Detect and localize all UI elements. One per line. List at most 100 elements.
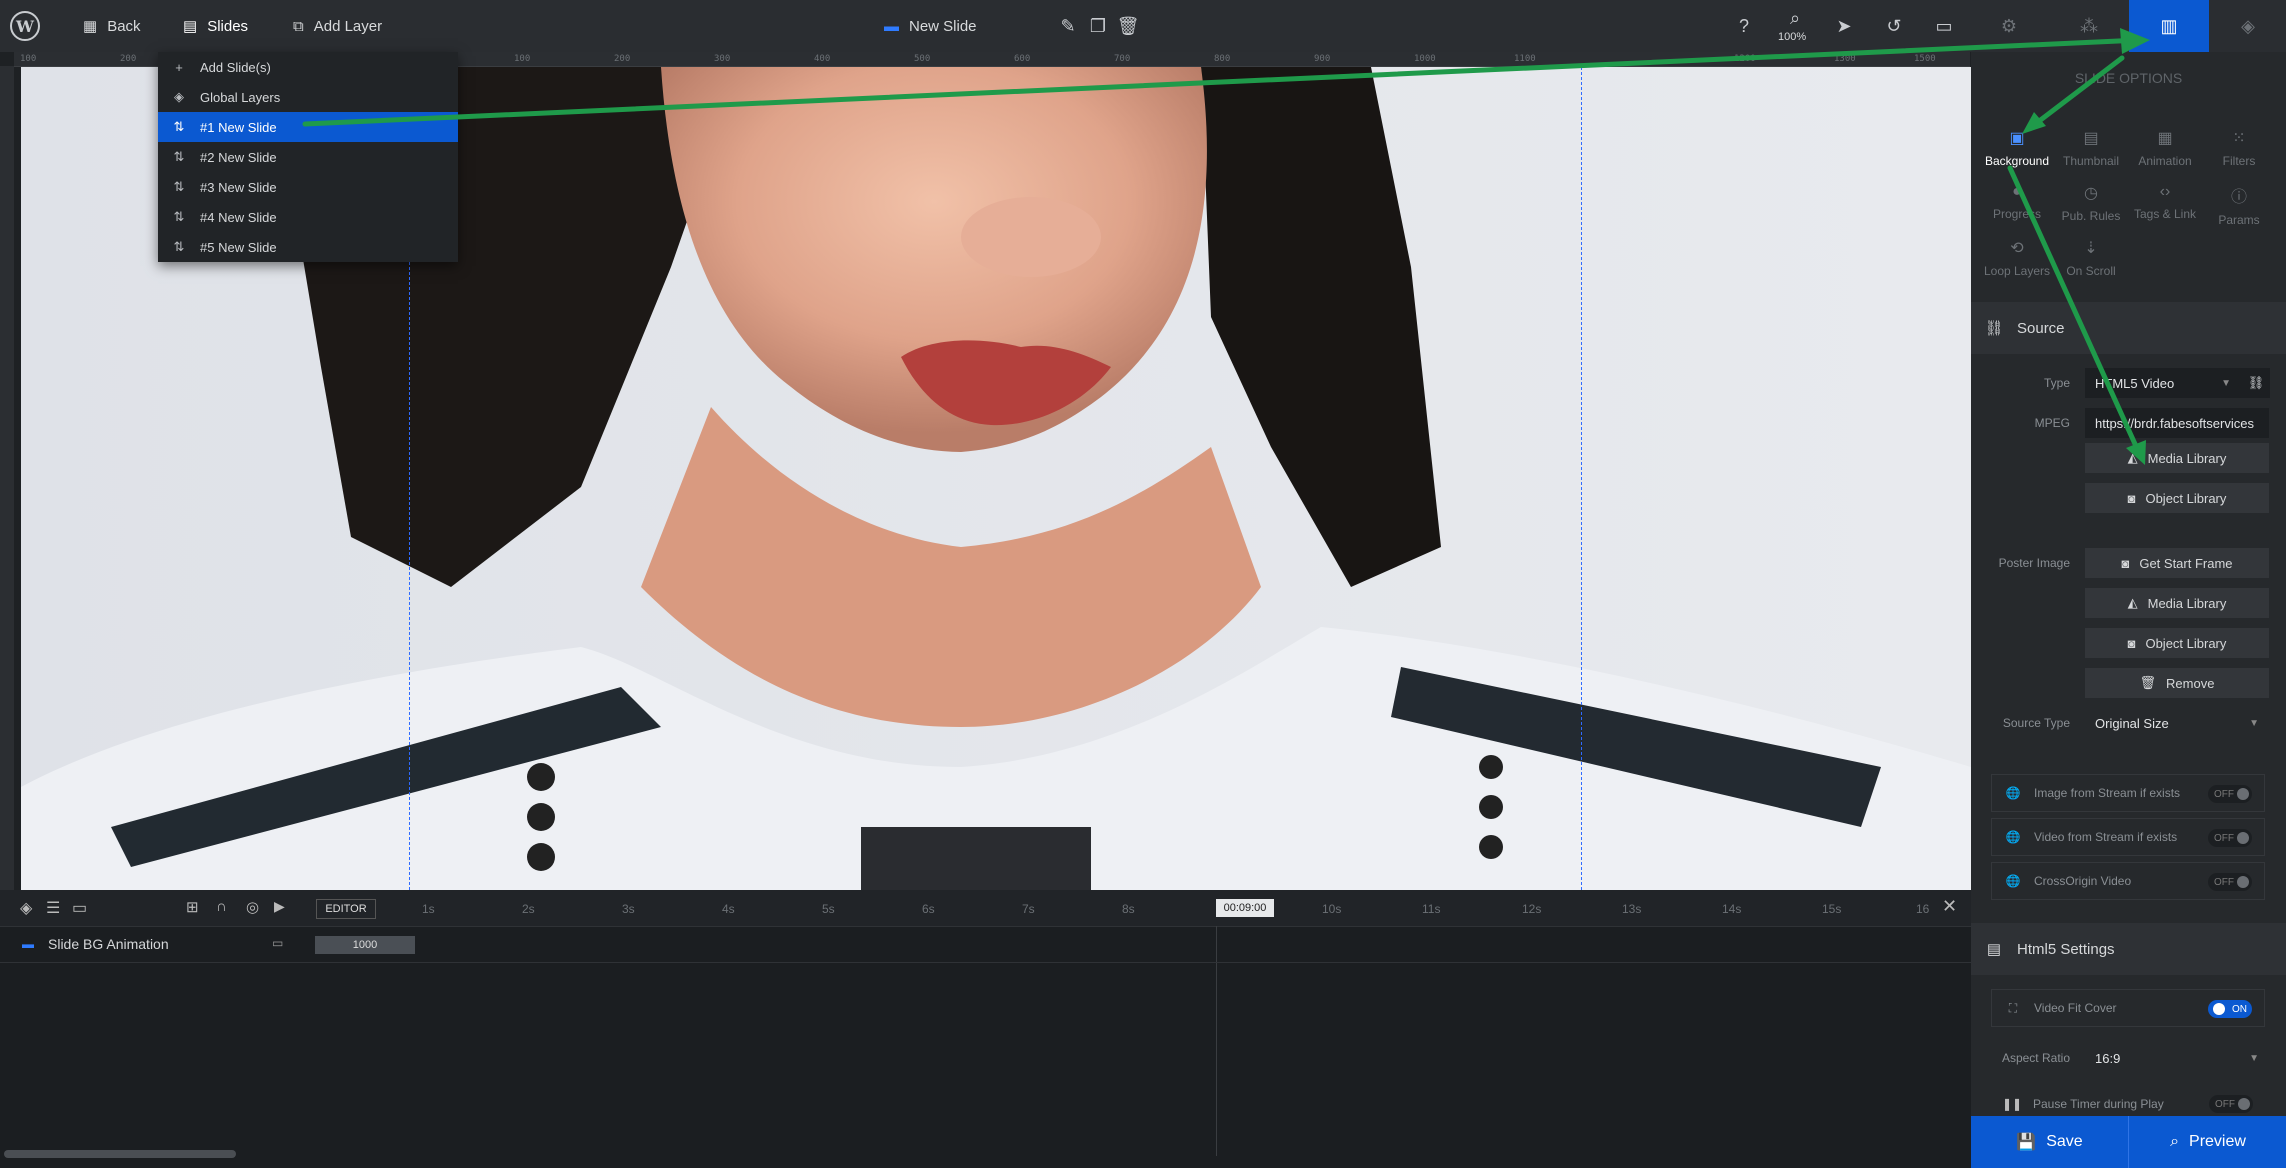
toggle-label: CrossOrigin Video xyxy=(2034,874,2132,888)
tab-loop-layers[interactable]: ⟲ Loop Layers xyxy=(1980,238,2054,288)
tab-background[interactable]: ▣ Background xyxy=(1980,128,2054,178)
play-icon[interactable]: ▶ xyxy=(274,898,285,915)
undo-icon[interactable]: ↺ xyxy=(1870,0,1918,52)
time-tick: 13s xyxy=(1622,902,1642,916)
crossorigin-toggle[interactable]: OFF xyxy=(2208,873,2252,891)
record-icon[interactable]: ◎ xyxy=(246,898,259,916)
back-button[interactable]: ▦ Back xyxy=(83,0,141,52)
time-tick: 16 xyxy=(1916,902,1930,916)
list-icon[interactable]: ☰ xyxy=(46,898,60,918)
desktop-view-icon[interactable]: ▭ xyxy=(1920,0,1968,52)
horizontal-scrollbar[interactable] xyxy=(4,1150,236,1158)
slide-title: New Slide xyxy=(909,17,977,35)
slides-icon: ▤ xyxy=(183,18,198,35)
layer-folder-icon[interactable]: ▭ xyxy=(272,936,283,950)
poster-object-library-button[interactable]: ◙ Object Library xyxy=(2085,628,2269,658)
wordpress-logo-icon[interactable]: W xyxy=(10,11,40,41)
aspect-ratio-select[interactable]: 16:9 ▼ xyxy=(2085,1043,2269,1073)
get-start-frame-button[interactable]: ◙ Get Start Frame xyxy=(2085,548,2269,578)
html5-settings-header[interactable]: ▤ Html5 Settings xyxy=(1971,923,2286,975)
slide-item-2[interactable]: ⇅ #2 New Slide xyxy=(158,142,458,172)
ruler-tick: 800 xyxy=(1214,54,1231,64)
help-icon[interactable]: ? xyxy=(1720,0,1768,52)
image-from-stream-toggle[interactable]: OFF xyxy=(2208,785,2252,803)
magnet-icon[interactable]: ∩ xyxy=(216,898,227,915)
ruler-tick: 1300 xyxy=(1834,54,1856,64)
slide-item-3[interactable]: ⇅ #3 New Slide xyxy=(158,172,458,202)
snap-grid-icon[interactable]: ⊞ xyxy=(186,898,199,916)
button-label: Preview xyxy=(2189,1133,2246,1150)
slides-button[interactable]: ▤ Slides xyxy=(183,0,248,52)
tab-params[interactable]: ⓘ Params xyxy=(2202,183,2276,233)
animation-duration-bar[interactable]: 1000 xyxy=(315,936,415,954)
slide-item-1[interactable]: ⇅ #1 New Slide xyxy=(158,112,458,142)
poster-media-library-button[interactable]: ◭ Media Library xyxy=(2085,588,2269,618)
ruler-tick: 200 xyxy=(120,54,137,64)
video-fit-cover-toggle[interactable]: ON xyxy=(2208,1000,2252,1018)
tab-progress[interactable]: ● Progress xyxy=(1980,183,2054,233)
video-from-stream-toggle-row[interactable]: 🌐 Video from Stream if exists OFF xyxy=(1991,818,2265,856)
crossorigin-toggle-row[interactable]: 🌐 CrossOrigin Video OFF xyxy=(1991,862,2265,900)
tab-pub-rules[interactable]: ◷ Pub. Rules xyxy=(2054,183,2128,233)
global-layers-item[interactable]: ◈ Global Layers xyxy=(158,82,458,112)
time-tick: 8s xyxy=(1122,902,1135,916)
button-label: Media Library xyxy=(2147,595,2227,611)
chevron-down-icon: ▼ xyxy=(2249,717,2259,729)
modules-icon[interactable]: ⁂ xyxy=(2065,0,2113,52)
gear-icon[interactable]: ⚙ xyxy=(1985,0,2033,52)
editor-mode-badge[interactable]: EDITOR xyxy=(316,899,376,919)
tab-label: Tags & Link xyxy=(2133,207,2197,221)
ruler-tick: 200 xyxy=(614,54,631,64)
chevron-down-icon: ▼ xyxy=(2249,1052,2259,1064)
plus-icon: + xyxy=(175,59,183,75)
layers-toggle-icon[interactable]: ◈ xyxy=(20,898,32,918)
sort-icon: ⇅ xyxy=(173,209,185,224)
tab-label: Filters xyxy=(2222,154,2256,168)
video-from-stream-toggle[interactable]: OFF xyxy=(2208,829,2252,847)
tab-tags-link[interactable]: ‹› Tags & Link xyxy=(2128,183,2202,233)
mpeg-url-input[interactable]: https://brdr.fabesoftservices xyxy=(2085,408,2269,438)
timeline-layer-row[interactable] xyxy=(0,926,1971,963)
cursor-icon[interactable]: ➤ xyxy=(1820,0,1868,52)
pause-timer-toggle[interactable]: OFF xyxy=(2209,1095,2253,1113)
current-time-indicator[interactable]: 00:09:00 xyxy=(1216,899,1274,917)
tab-on-scroll[interactable]: ⇣ On Scroll xyxy=(2054,238,2128,288)
poster-image-label: Poster Image xyxy=(1998,556,2070,570)
preview-button[interactable]: ⌕ Preview xyxy=(2128,1116,2286,1168)
button-label: Remove xyxy=(2166,675,2215,691)
source-section-header[interactable]: ⛓ Source xyxy=(1971,302,2286,354)
image-from-stream-toggle-row[interactable]: 🌐 Image from Stream if exists OFF xyxy=(1991,774,2265,812)
tab-label: Progress xyxy=(1992,207,2042,221)
info-icon: ⓘ xyxy=(2230,189,2247,206)
ruler-tick: 900 xyxy=(1314,54,1331,64)
folder-icon[interactable]: ▭ xyxy=(72,898,87,918)
slide-image-icon: ▬ xyxy=(884,17,899,35)
close-icon[interactable]: ✕ xyxy=(1942,896,1957,917)
tab-thumbnail[interactable]: ▤ Thumbnail xyxy=(2054,128,2128,178)
ruler-tick: 700 xyxy=(1114,54,1131,64)
toggle-state: OFF xyxy=(2214,832,2234,844)
tab-filters[interactable]: ⁙ Filters xyxy=(2202,128,2276,178)
slide-item-4[interactable]: ⇅ #4 New Slide xyxy=(158,202,458,232)
source-type-select[interactable]: Original Size ▼ xyxy=(2085,708,2269,738)
slide-item-5[interactable]: ⇅ #5 New Slide xyxy=(158,232,458,262)
save-button[interactable]: 💾 Save xyxy=(1971,1116,2128,1168)
media-library-button[interactable]: ◭ Media Library xyxy=(2085,443,2269,473)
button-label: Save xyxy=(2046,1133,2083,1150)
link-icon[interactable]: ⛓ xyxy=(2242,368,2270,398)
slide-title-selector[interactable]: ▬ New Slide xyxy=(884,0,977,52)
video-fit-cover-row[interactable]: ⛶ Video Fit Cover ON xyxy=(1991,989,2265,1027)
button-label: Object Library xyxy=(2145,490,2227,506)
add-layer-button[interactable]: ⧉ Add Layer xyxy=(293,0,382,52)
tab-label: Animation xyxy=(2138,154,2192,168)
layers-panel-icon[interactable]: ◈ xyxy=(2224,0,2272,52)
object-library-button[interactable]: ◙ Object Library xyxy=(2085,483,2269,513)
trash-icon[interactable]: 🗑 xyxy=(1104,0,1152,52)
remove-poster-button[interactable]: 🗑 Remove xyxy=(2085,668,2269,698)
menu-item-label: #4 New Slide xyxy=(200,209,277,225)
slide-options-icon[interactable]: ▥ xyxy=(2129,0,2209,52)
ruler-tick: 600 xyxy=(1014,54,1031,64)
tab-animation[interactable]: ▦ Animation xyxy=(2128,128,2202,178)
add-slides-item[interactable]: + Add Slide(s) xyxy=(158,52,458,82)
mpeg-label: MPEG xyxy=(2034,416,2070,430)
